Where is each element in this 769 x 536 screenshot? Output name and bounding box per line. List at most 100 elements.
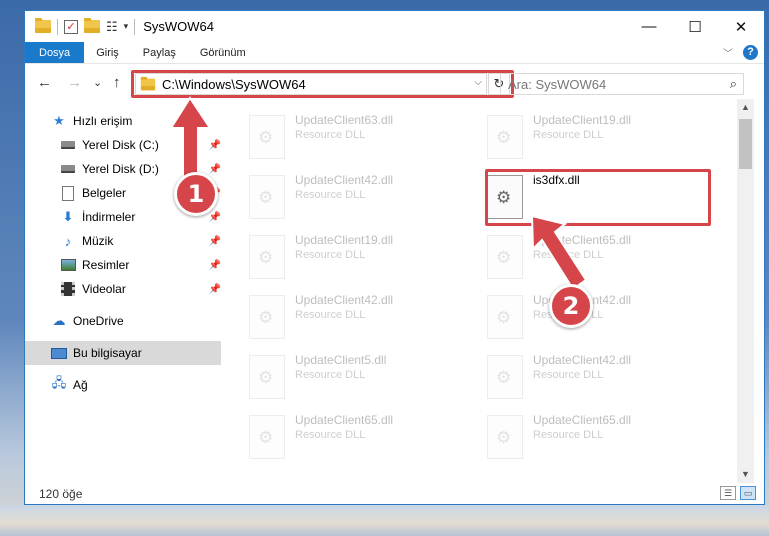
- file-list: ⚙ UpdateClient63.dll Resource DLL ⚙ Updat…: [223, 107, 738, 482]
- recent-locations-chevron-icon[interactable]: ⌄: [93, 76, 102, 89]
- scroll-down-arrow-icon[interactable]: ▼: [737, 466, 754, 483]
- view-options-icon[interactable]: ☷: [106, 19, 118, 35]
- sidebar-item-pictures[interactable]: Resimler 📌: [60, 253, 221, 277]
- tab-view[interactable]: Görünüm: [188, 42, 258, 63]
- dll-file-icon: ⚙: [249, 295, 285, 339]
- file-name: UpdateClient42.dll: [295, 173, 394, 187]
- sidebar-item-label: OneDrive: [73, 314, 124, 328]
- window-title: SysWOW64: [143, 19, 214, 34]
- file-tile[interactable]: ⚙ UpdateClient42.dll Resource DLL: [249, 291, 481, 345]
- file-name: UpdateClient63.dll: [295, 113, 394, 127]
- dll-file-icon: ⚙: [487, 235, 523, 279]
- dll-file-icon: ⚙: [249, 415, 285, 459]
- file-tile[interactable]: ⚙ UpdateClient63.dll Resource DLL: [249, 111, 481, 165]
- scrollbar-thumb[interactable]: [739, 119, 752, 169]
- file-tile[interactable]: ⚙ UpdateClient42.dllResource DLL: [487, 351, 719, 405]
- file-type: Resource DLL: [295, 189, 366, 201]
- file-name: UpdateClient65.dll: [533, 413, 632, 427]
- back-button[interactable]: ←: [37, 74, 52, 91]
- annotation-badge-2: 2: [549, 284, 593, 328]
- annotation-badge-1: 1: [174, 172, 218, 216]
- file-type: Resource DLL: [295, 369, 366, 381]
- network-icon: 🖧: [51, 375, 67, 390]
- properties-check-icon[interactable]: ✓: [64, 19, 78, 34]
- file-tile[interactable]: ⚙ UpdateClient19.dll Resource DLL: [249, 231, 481, 285]
- sidebar-item-videos[interactable]: Videolar 📌: [60, 277, 221, 301]
- status-bar: 120 öğe ☰ ▭: [25, 482, 764, 504]
- dll-file-icon: ⚙: [249, 115, 285, 159]
- new-folder-icon[interactable]: [84, 18, 100, 33]
- maximize-button[interactable]: ☐: [672, 11, 718, 42]
- dll-file-icon: ⚙: [487, 415, 523, 459]
- search-placeholder: Ara: SysWOW64: [508, 76, 607, 92]
- pin-icon[interactable]: 📌: [209, 212, 221, 223]
- sidebar-item-this-pc[interactable]: Bu bilgisayar: [25, 341, 221, 365]
- file-tile[interactable]: ⚙ UpdateClient65.dll Resource DLL: [249, 411, 481, 465]
- file-name: UpdateClient42.dll: [295, 293, 394, 307]
- file-type: Resource DLL: [295, 129, 366, 141]
- file-tile[interactable]: ⚙ UpdateClient5.dll Resource DLL: [249, 351, 481, 405]
- sidebar-item-label: İndirmeler: [82, 210, 136, 224]
- tab-share[interactable]: Paylaş: [131, 42, 188, 63]
- sidebar-item-label: Videolar: [82, 282, 126, 296]
- vertical-scrollbar[interactable]: ▲ ▼: [737, 99, 754, 483]
- dll-file-icon: ⚙: [487, 355, 523, 399]
- sidebar-item-music[interactable]: ♪ Müzik 📌: [60, 229, 221, 253]
- file-name: UpdateClient19.dll: [533, 113, 632, 127]
- pin-icon[interactable]: 📌: [209, 260, 221, 271]
- file-tile[interactable]: ⚙ UpdateClient42.dll Resource DLL: [249, 171, 481, 225]
- sidebar-item-network[interactable]: 🖧 Ağ: [51, 373, 221, 397]
- file-name: UpdateClient65.dll: [533, 233, 632, 247]
- file-name: UpdateClient5.dll: [295, 353, 387, 367]
- file-tile[interactable]: ⚙ UpdateClient65.dll Resource DLL: [487, 411, 719, 465]
- tab-file[interactable]: Dosya: [25, 42, 85, 63]
- this-pc-icon: [51, 345, 67, 361]
- help-icon[interactable]: ?: [743, 45, 758, 60]
- file-type: Resource DLL: [295, 309, 366, 321]
- dll-file-icon: ⚙: [249, 235, 285, 279]
- dll-file-icon: ⚙: [487, 115, 523, 159]
- minimize-button[interactable]: —: [626, 11, 672, 42]
- search-input[interactable]: Ara: SysWOW64 ⌕: [500, 73, 744, 95]
- close-button[interactable]: ✕: [718, 11, 764, 42]
- pin-icon[interactable]: 📌: [209, 236, 221, 247]
- documents-icon: [60, 185, 76, 201]
- pin-icon[interactable]: 📌: [209, 164, 221, 175]
- scroll-up-arrow-icon[interactable]: ▲: [737, 99, 754, 116]
- sidebar-item-label: Bu bilgisayar: [73, 346, 142, 360]
- navigation-pane: ★ Hızlı erişim Yerel Disk (C:) 📌 Yerel D…: [25, 107, 223, 482]
- star-icon: ★: [53, 113, 65, 128]
- forward-button[interactable]: →: [67, 74, 82, 91]
- up-button[interactable]: ↑: [113, 74, 121, 91]
- sidebar-item-onedrive[interactable]: ☁ OneDrive: [51, 309, 221, 333]
- dll-file-icon: ⚙: [249, 175, 285, 219]
- file-type: Resource DLL: [533, 429, 604, 441]
- sidebar-item-label: Belgeler: [82, 186, 127, 200]
- item-count: 120 öğe: [39, 487, 83, 501]
- sidebar-item-local-disk-c[interactable]: Yerel Disk (C:) 📌: [60, 133, 221, 157]
- file-name: UpdateClient19.dll: [295, 233, 394, 247]
- search-icon[interactable]: ⌕: [730, 76, 737, 92]
- drive-icon: [60, 137, 76, 153]
- explorer-window: ✓ ☷ ▾ SysWOW64 — ☐ ✕ Dosya Giriş Paylaş …: [24, 10, 765, 505]
- pin-icon[interactable]: 📌: [209, 140, 221, 151]
- details-view-icon[interactable]: ☰: [720, 486, 736, 500]
- quick-access-toolbar: ✓ ☷ ▾: [25, 11, 136, 42]
- music-icon: ♪: [64, 233, 72, 249]
- file-tile[interactable]: ⚙ UpdateClient42.dllResource DLL: [487, 291, 719, 345]
- expand-ribbon-chevron-icon[interactable]: ﹀: [723, 45, 733, 60]
- drive-icon: [60, 161, 76, 177]
- sidebar-item-label: Resimler: [82, 258, 130, 272]
- file-tile[interactable]: ⚙ UpdateClient19.dll Resource DLL: [487, 111, 719, 165]
- file-tile[interactable]: ⚙ UpdateClient65.dll Resource DLL: [487, 231, 719, 285]
- sidebar-item-quick-access[interactable]: ★ Hızlı erişim: [51, 109, 221, 133]
- dll-file-icon: ⚙: [487, 295, 523, 339]
- annotation-highlight-address: [131, 70, 514, 98]
- file-type: Resource DLL: [295, 429, 366, 441]
- videos-icon: [60, 281, 76, 297]
- qat-dropdown-icon[interactable]: ▾: [124, 21, 129, 32]
- large-icons-view-icon[interactable]: ▭: [740, 486, 756, 500]
- tab-home[interactable]: Giriş: [84, 42, 131, 63]
- pictures-icon: [60, 257, 76, 273]
- pin-icon[interactable]: 📌: [209, 284, 221, 295]
